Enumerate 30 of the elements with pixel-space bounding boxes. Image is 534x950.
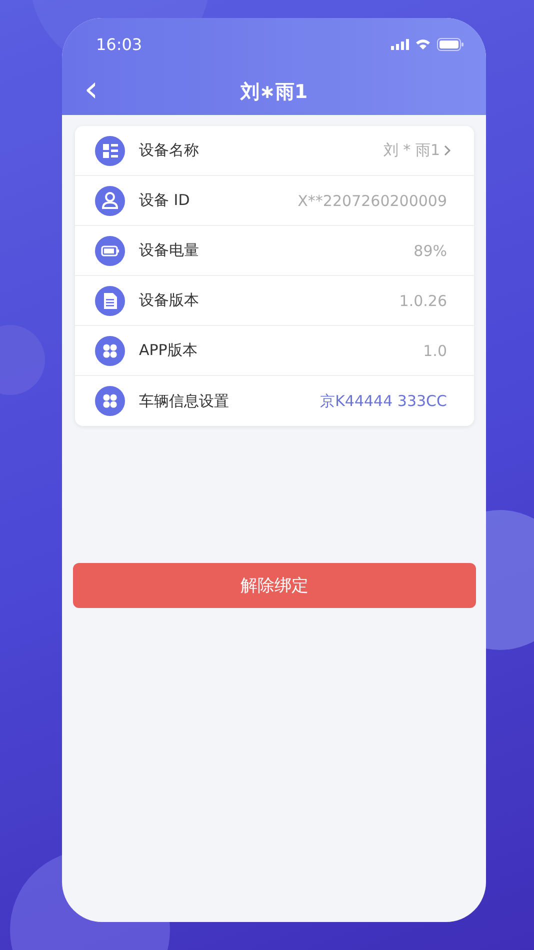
apps-icon <box>95 386 125 416</box>
setting-value: 89% <box>414 242 447 260</box>
setting-label: 车辆信息设置 <box>139 392 229 410</box>
apps-icon <box>95 336 125 366</box>
battery-status-icon <box>437 38 464 50</box>
status-time: 16:03 <box>96 34 142 54</box>
setting-label: APP版本 <box>139 341 198 360</box>
battery-icon <box>95 236 125 266</box>
document-icon <box>95 286 125 316</box>
settings-row[interactable]: APP版本 1.0 <box>75 326 474 376</box>
setting-value: 刘 * 雨1 <box>383 141 440 160</box>
setting-label: 设备名称 <box>139 141 199 160</box>
setting-label: 设备版本 <box>139 291 199 310</box>
settings-row[interactable]: 设备名称 刘 * 雨1 <box>75 126 474 176</box>
setting-value: X**2207260200009 <box>298 192 447 210</box>
settings-row[interactable]: 设备电量 89% <box>75 226 474 276</box>
setting-label: 设备电量 <box>139 241 199 260</box>
settings-row[interactable]: 设备版本 1.0.26 <box>75 276 474 326</box>
list-icon <box>95 136 125 166</box>
setting-label: 设备 ID <box>139 191 190 210</box>
signal-icon <box>391 38 409 50</box>
setting-value: 1.0.26 <box>399 292 447 310</box>
settings-row[interactable]: 设备 ID X**2207260200009 <box>75 176 474 226</box>
setting-value: 京K44444 333CC <box>320 392 447 410</box>
back-button[interactable]: ‹ <box>80 72 102 108</box>
wifi-icon <box>415 38 431 50</box>
setting-value: 1.0 <box>423 342 447 360</box>
settings-row[interactable]: 车辆信息设置 京K44444 333CC <box>75 376 474 426</box>
person-icon <box>95 186 125 216</box>
page-title: 刘∗雨1 <box>240 80 308 105</box>
